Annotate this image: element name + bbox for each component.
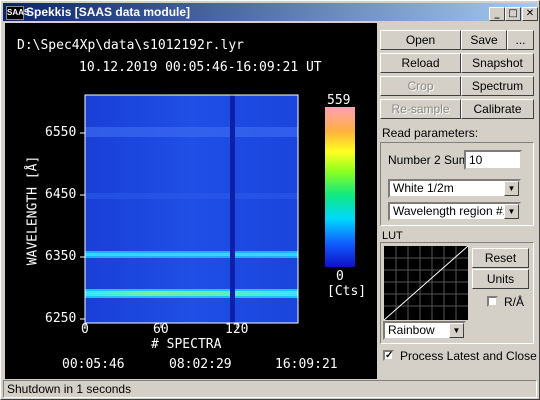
x-tick-label: 0 (81, 322, 89, 337)
x-tick-label: 120 (225, 322, 249, 337)
calibrate-button[interactable]: Calibrate (461, 99, 534, 119)
status-bar: Shutdown in 1 seconds (3, 380, 537, 398)
maximize-button[interactable]: □ (505, 7, 521, 21)
y-tick-label: 6250 (45, 311, 77, 326)
y-tick-label: 6350 (45, 249, 77, 264)
number-sum-label: Number 2 Sum (388, 153, 469, 167)
chevron-down-icon[interactable]: ▼ (504, 181, 519, 196)
lut-heading: LUT (382, 230, 403, 242)
chevron-down-icon[interactable]: ▼ (504, 204, 519, 219)
time-tick-label: 08:02:29 (169, 357, 232, 372)
chevron-down-icon[interactable]: ▼ (449, 323, 464, 338)
emission-band-6360-core (85, 253, 298, 256)
region-select[interactable]: Wavelength region #1 ▼ (388, 202, 521, 221)
colorbar (325, 107, 355, 267)
crop-button[interactable]: Crop (380, 76, 461, 96)
time-tick-label: 00:05:46 (62, 357, 125, 372)
save-button[interactable]: Save (461, 30, 507, 50)
colormap-select[interactable]: Rainbow ▼ (383, 321, 466, 340)
ra-label: R/Å (504, 295, 525, 309)
y-tick-label: 6550 (45, 125, 77, 140)
app-icon: SAAS (6, 6, 29, 20)
colorbar-min-label: 0 (336, 269, 344, 284)
gap-column (230, 95, 235, 323)
time-tick-label: 16:09:21 (275, 357, 338, 372)
emission-band-6300-core (85, 291, 298, 296)
minimize-button[interactable]: _ (489, 7, 505, 21)
read-params-heading: Read parameters: (382, 126, 479, 140)
y-axis-label: WAVELENGTH [Å] (25, 155, 41, 266)
title-bar[interactable]: SAAS Spekkis [SAAS data module] _ □ ✕ (3, 3, 538, 21)
number-sum-input[interactable]: 10 (464, 150, 522, 170)
filter-select-value: White 1/2m (393, 181, 454, 195)
lut-curve-graph[interactable] (384, 246, 468, 320)
resample-button[interactable]: Re-sample (380, 99, 461, 119)
filter-select[interactable]: White 1/2m ▼ (388, 179, 521, 198)
colormap-select-value: Rainbow (388, 323, 435, 337)
lut-units-button[interactable]: Units (472, 269, 529, 289)
colorbar-max-label: 559 (327, 93, 351, 108)
status-text: Shutdown in 1 seconds (7, 382, 132, 396)
process-latest-label: Process Latest and Close (400, 349, 537, 363)
spectrogram-plot: D:\Spec4Xp\data\s1012192r.lyr 10.12.2019… (5, 23, 377, 379)
close-button[interactable]: ✕ (522, 7, 538, 21)
save-more-button[interactable]: ... (507, 30, 534, 50)
faint-band-6560 (85, 127, 298, 137)
x-axis-label: # SPECTRA (151, 337, 222, 352)
y-tick-label: 6450 (45, 187, 77, 202)
open-button[interactable]: Open (380, 30, 461, 50)
main-window: SAAS Spekkis [SAAS data module] _ □ ✕ D:… (0, 0, 540, 400)
reload-button[interactable]: Reload (380, 53, 461, 73)
process-latest-checkbox[interactable]: ✓ (383, 350, 394, 361)
lut-reset-button[interactable]: Reset (472, 248, 529, 268)
window-title: Spekkis [SAAS data module] (26, 5, 191, 19)
colorbar-unit-label: [Cts] (327, 284, 367, 299)
x-tick-label: 60 (153, 322, 169, 337)
spectrum-button[interactable]: Spectrum (461, 76, 534, 96)
faint-band-6480 (85, 193, 298, 199)
snapshot-button[interactable]: Snapshot (461, 53, 534, 73)
ra-checkbox[interactable] (487, 296, 498, 307)
region-select-value: Wavelength region #1 (393, 204, 510, 218)
